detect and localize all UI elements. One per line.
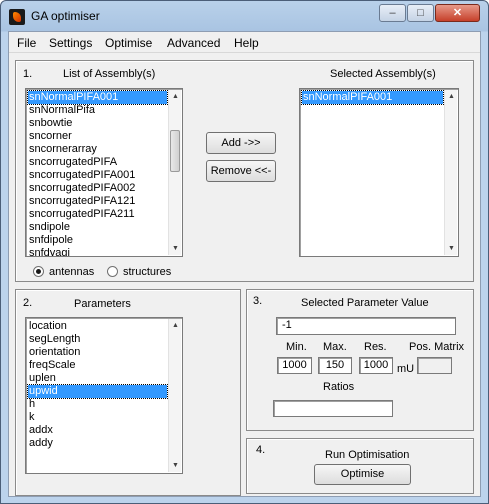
panel-4-number: 4. xyxy=(256,444,266,456)
parameter-list-item[interactable]: h xyxy=(28,398,167,411)
minimize-button[interactable]: – xyxy=(379,4,406,22)
optimise-button[interactable]: Optimise xyxy=(314,464,411,485)
assembly-list-item[interactable]: sncorner xyxy=(28,130,167,143)
scroll-thumb[interactable] xyxy=(170,130,180,172)
parameters-listbox[interactable]: location segLength orientation freqScale upl… xyxy=(25,317,183,474)
scroll-up-arrow-icon[interactable]: ▲ xyxy=(169,319,182,332)
assembly-list-item[interactable]: sncornerarray xyxy=(28,143,167,156)
menu-bar: File Settings Optimise Advanced Help xyxy=(9,32,480,53)
parameter-value-field[interactable]: -1 xyxy=(276,317,456,335)
assembly-list-item[interactable]: snbowtie xyxy=(28,117,167,130)
parameter-list-item[interactable]: upwid xyxy=(27,384,168,399)
scroll-down-arrow-icon[interactable]: ▼ xyxy=(169,242,182,255)
assembly-list-item[interactable]: sncorrugatedPIFA001 xyxy=(28,169,167,182)
max-field[interactable]: 150 xyxy=(318,357,352,374)
parameters-panel: 2. Parameters location segLength orientati… xyxy=(15,289,241,496)
matlab-app-icon xyxy=(9,9,25,25)
res-field[interactable]: 1000 xyxy=(359,357,393,374)
assembly-list-title: List of Assembly(s) xyxy=(63,68,156,80)
scroll-up-arrow-icon[interactable]: ▲ xyxy=(169,90,182,103)
maximize-button[interactable]: □ xyxy=(407,4,434,22)
res-label: Res. xyxy=(364,341,387,353)
assembly-list-item[interactable]: sncorrugatedPIFA002 xyxy=(28,182,167,195)
scroll-down-arrow-icon[interactable]: ▼ xyxy=(445,242,458,255)
assembly-listbox[interactable]: snNormalPIFA001 snNormalPifa snbowtie sncor… xyxy=(25,88,183,257)
parameter-list-item[interactable]: addy xyxy=(28,437,167,450)
title-bar[interactable]: GA optimiser – □ ✕ xyxy=(1,1,488,31)
pos-matrix-field[interactable] xyxy=(417,357,452,374)
parameter-list-item[interactable]: freqScale xyxy=(28,359,167,372)
pos-matrix-label: Pos. Matrix xyxy=(409,341,465,353)
selected-assembly-items: snNormalPIFA001 xyxy=(301,90,444,105)
add-button[interactable]: Add ->> xyxy=(206,132,276,154)
antennas-radio[interactable] xyxy=(33,266,44,277)
client-area: File Settings Optimise Advanced Help 1. … xyxy=(8,31,481,497)
assembly-list-item[interactable]: sndipole xyxy=(28,221,167,234)
structures-radio[interactable] xyxy=(107,266,118,277)
selected-scrollbar[interactable]: ▲ ▼ xyxy=(444,90,457,255)
window-title: GA optimiser xyxy=(31,9,100,23)
parameter-list-item[interactable]: addx xyxy=(28,424,167,437)
parameter-list-item[interactable]: segLength xyxy=(28,333,167,346)
remove-button[interactable]: Remove <<- xyxy=(206,160,276,182)
antennas-radio-label: antennas xyxy=(49,266,95,278)
assembly-list-item[interactable]: snfdipole xyxy=(28,234,167,247)
assembly-list-item[interactable]: snNormalPIFA001 xyxy=(27,90,168,105)
parameter-list-item[interactable]: location xyxy=(28,320,167,333)
scroll-down-arrow-icon[interactable]: ▼ xyxy=(169,459,182,472)
min-field[interactable]: 1000 xyxy=(277,357,312,374)
assembly-items: snNormalPIFA001 snNormalPifa snbowtie sncor… xyxy=(27,90,168,256)
ratios-label: Ratios xyxy=(323,381,355,393)
menu-advanced[interactable]: Advanced xyxy=(167,36,220,50)
unit-label: mU xyxy=(397,363,415,375)
min-label: Min. xyxy=(286,341,307,353)
parameters-title: Parameters xyxy=(74,298,131,310)
panel-2-number: 2. xyxy=(23,297,33,309)
menu-settings[interactable]: Settings xyxy=(49,36,92,50)
assembly-list-item[interactable]: snfdyagi xyxy=(28,247,167,256)
parameter-list-item[interactable]: orientation xyxy=(28,346,167,359)
run-optimisation-title: Run Optimisation xyxy=(325,449,410,461)
assembly-list-item[interactable]: sncorrugatedPIFA121 xyxy=(28,195,167,208)
max-label: Max. xyxy=(323,341,347,353)
parameter-value-title: Selected Parameter Value xyxy=(301,297,429,309)
assembly-list-item[interactable]: sncorrugatedPIFA xyxy=(28,156,167,169)
panel-1-number: 1. xyxy=(23,68,33,80)
parameter-items: location segLength orientation freqScale upl… xyxy=(27,320,168,450)
assembly-panel: 1. List of Assembly(s) Selected Assembly… xyxy=(15,60,474,282)
ratios-field[interactable] xyxy=(273,400,393,417)
selected-assembly-item[interactable]: snNormalPIFA001 xyxy=(301,90,444,105)
menu-help[interactable]: Help xyxy=(234,36,259,50)
menu-file[interactable]: File xyxy=(17,36,36,50)
menu-optimise[interactable]: Optimise xyxy=(105,36,152,50)
assembly-scrollbar[interactable]: ▲ ▼ xyxy=(168,90,181,255)
parameter-value-panel: 3. Selected Parameter Value -1 Min. Max.… xyxy=(246,289,474,431)
panel-3-number: 3. xyxy=(253,295,263,307)
structures-radio-label: structures xyxy=(123,266,172,278)
parameter-list-item[interactable]: k xyxy=(28,411,167,424)
selected-assembly-title: Selected Assembly(s) xyxy=(330,68,436,80)
run-optimisation-panel: 4. Run Optimisation Optimise xyxy=(246,438,474,494)
app-window: GA optimiser – □ ✕ File Settings Optimis… xyxy=(0,0,489,504)
selected-assembly-listbox[interactable]: snNormalPIFA001 ▲ ▼ xyxy=(299,88,459,257)
parameters-scrollbar[interactable]: ▲ ▼ xyxy=(168,319,181,472)
scroll-up-arrow-icon[interactable]: ▲ xyxy=(445,90,458,103)
assembly-list-item[interactable]: snNormalPifa xyxy=(28,104,167,117)
parameter-list-item[interactable]: uplen xyxy=(28,372,167,385)
assembly-list-item[interactable]: sncorrugatedPIFA211 xyxy=(28,208,167,221)
close-button[interactable]: ✕ xyxy=(435,4,480,22)
